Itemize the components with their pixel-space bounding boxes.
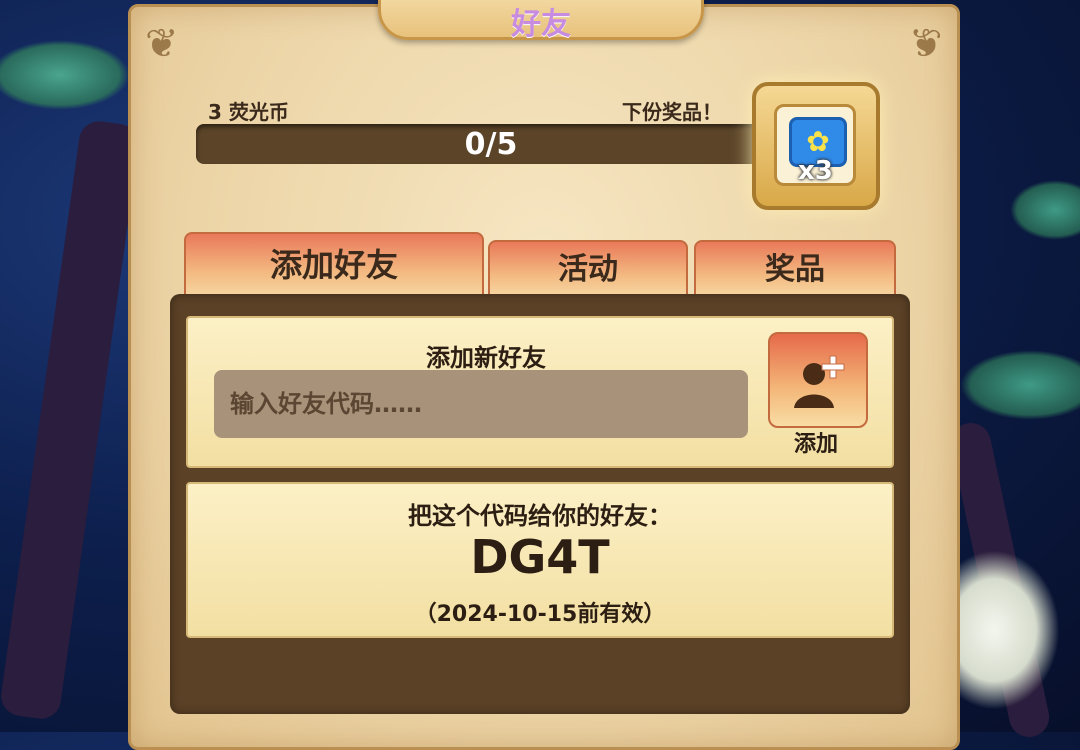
background-foliage: [0, 40, 130, 110]
next-reward-item[interactable]: ✿ x3: [752, 82, 880, 210]
background-flower: [950, 550, 1060, 710]
friend-code-input[interactable]: [214, 370, 748, 438]
add-friend-title: 添加新好友: [426, 344, 546, 372]
share-code-title: 把这个代码给你的好友：: [408, 502, 672, 530]
my-code-card: 把这个代码给你的好友： DG4T （2024-10-15前有效）: [186, 482, 894, 638]
add-button-label: 添加: [793, 432, 838, 457]
currency-label: 3 荧光币: [208, 100, 289, 124]
corner-ornament: ❦: [909, 21, 943, 67]
add-person-icon: [794, 355, 845, 408]
code-expiry: （2024-10-15前有效）: [414, 602, 666, 627]
progress-text: 0/5: [464, 127, 518, 162]
friend-code: DG4T: [470, 530, 610, 584]
add-friend-button[interactable]: [768, 332, 868, 428]
tab-events[interactable]: 活动: [488, 240, 688, 296]
page-title: 好友: [511, 7, 571, 42]
background-foliage: [1010, 180, 1080, 240]
title-ribbon: 好友: [378, 0, 704, 42]
tab-rewards[interactable]: 奖品: [694, 240, 896, 296]
corner-ornament: ❦: [145, 21, 179, 67]
background-tree: [0, 118, 142, 722]
background-foliage: [960, 350, 1080, 420]
reward-count: x3: [798, 156, 833, 186]
tab-add-friend[interactable]: 添加好友: [184, 232, 484, 296]
next-reward-label: 下份奖品！: [622, 100, 722, 124]
reward-progress-bar: 0/5: [196, 124, 786, 164]
